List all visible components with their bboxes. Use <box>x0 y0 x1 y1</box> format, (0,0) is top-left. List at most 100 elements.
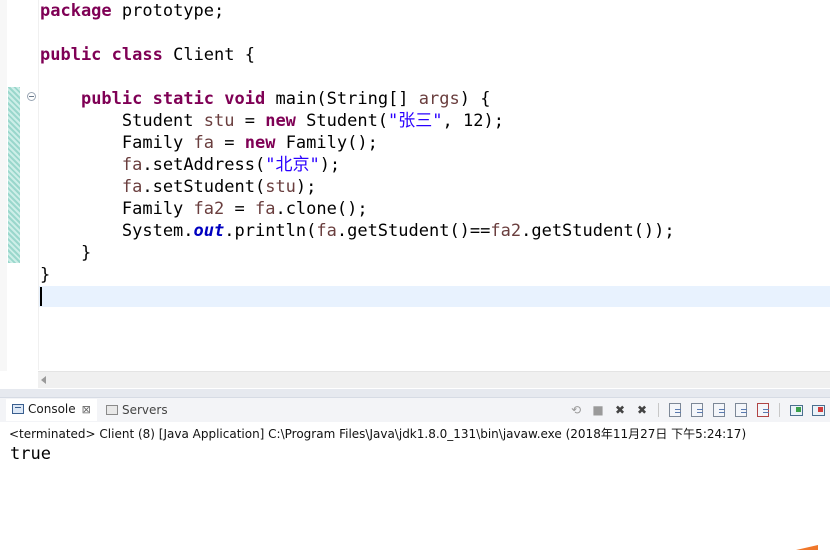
console-process-label: <terminated> Client (8) [Java Applicatio… <box>9 427 747 441</box>
code-token: package <box>40 1 112 21</box>
code-token: ); <box>319 155 341 175</box>
code-token: fa <box>193 133 215 153</box>
pin-console-icon[interactable] <box>788 402 804 418</box>
code-token: prototype; <box>111 1 225 21</box>
code-token: new <box>265 111 296 131</box>
editor-gutter <box>20 0 38 370</box>
code-token: fa <box>316 221 337 241</box>
console-view: Console ⊠ Servers ⟲ ■ ✖ ✖ <terminated> C… <box>0 397 830 551</box>
code-token: .getStudent()== <box>336 221 491 241</box>
code-editor[interactable]: package prototype;​public class Client {… <box>0 0 830 389</box>
console-icon <box>12 404 24 414</box>
code-line[interactable]: Student stu = new Student("张三", 12); <box>40 110 675 132</box>
code-line[interactable]: } <box>40 264 675 286</box>
code-token: Family <box>40 133 194 153</box>
code-token: stu <box>265 177 296 197</box>
code-token: = <box>214 133 245 153</box>
code-token: .println( <box>224 221 317 241</box>
code-token: Family(); <box>275 133 378 153</box>
code-token: Family <box>40 199 194 219</box>
gutter-separator <box>38 0 39 370</box>
tab-servers[interactable]: Servers <box>100 399 174 421</box>
code-token: .clone(); <box>275 199 368 219</box>
code-line[interactable]: ​ <box>40 66 675 88</box>
code-token: fa <box>254 199 276 219</box>
code-token: fa2 <box>193 199 225 219</box>
close-tab-icon[interactable]: ⊠ <box>82 403 91 416</box>
code-line[interactable]: } <box>40 242 675 264</box>
code-token: "北京" <box>265 155 320 175</box>
code-token: stu <box>203 111 235 131</box>
code-line[interactable]: ​ <box>40 22 675 44</box>
code-token: Student( <box>295 111 389 131</box>
display-console-icon[interactable] <box>810 402 826 418</box>
code-token: System. <box>40 221 194 241</box>
tab-servers-label: Servers <box>122 403 168 417</box>
console-toolbar: ⟲ ■ ✖ ✖ <box>568 401 826 419</box>
code-line[interactable]: ​ <box>40 286 675 308</box>
scroll-left-arrow-icon[interactable] <box>41 376 46 384</box>
code-token: ) { <box>459 89 491 109</box>
editor-corner <box>0 371 38 389</box>
code-line[interactable]: Family fa = new Family(); <box>40 132 675 154</box>
tab-console[interactable]: Console ⊠ <box>6 399 97 421</box>
toolbar-separator <box>779 403 780 417</box>
horizontal-scrollbar[interactable] <box>38 371 830 388</box>
overview-ruler <box>0 0 7 389</box>
remove-all-terminated-icon[interactable]: ✖ <box>634 402 650 418</box>
console-output[interactable]: true <box>10 444 51 464</box>
code-token: "张三" <box>388 111 443 131</box>
view-sash[interactable] <box>0 389 830 397</box>
code-line[interactable]: Family fa2 = fa.clone(); <box>40 198 675 220</box>
terminate-relaunch-icon[interactable]: ⟲ <box>568 402 584 418</box>
code-token: Student <box>40 111 204 131</box>
corner-decoration <box>796 545 818 550</box>
show-on-error-icon[interactable] <box>755 402 771 418</box>
collapse-method-icon[interactable] <box>27 92 36 101</box>
servers-icon <box>106 405 118 415</box>
code-token: = <box>234 111 266 131</box>
code-token: fa <box>121 155 143 175</box>
code-token: ); <box>295 177 317 197</box>
code-token: .setStudent( <box>142 177 266 197</box>
word-wrap-icon[interactable] <box>711 402 727 418</box>
code-token: = <box>224 199 255 219</box>
code-line[interactable]: fa.setStudent(stu); <box>40 176 675 198</box>
code-token: class <box>111 45 163 65</box>
code-line[interactable]: System.out.println(fa.getStudent()==fa2.… <box>40 220 675 242</box>
remove-launch-icon[interactable]: ✖ <box>612 402 628 418</box>
show-on-output-icon[interactable] <box>733 402 749 418</box>
code-token: new <box>244 133 276 153</box>
code-token: static <box>152 89 215 109</box>
code-token: args <box>418 89 460 109</box>
code-token: public <box>80 89 143 109</box>
code-line[interactable]: public static void main(String[] args) { <box>40 88 675 110</box>
code-token: main(String[] <box>265 89 419 109</box>
code-token: .getStudent()); <box>521 221 675 241</box>
code-token: out <box>193 221 225 241</box>
toolbar-separator <box>658 403 659 417</box>
code-token: public <box>40 45 102 65</box>
code-line[interactable]: public class Client { <box>40 44 675 66</box>
console-tab-bar: Console ⊠ Servers ⟲ ■ ✖ ✖ <box>0 398 830 422</box>
terminate-icon[interactable]: ■ <box>590 402 606 418</box>
clear-console-icon[interactable] <box>667 402 683 418</box>
code-token: fa2 <box>490 221 522 241</box>
code-token: void <box>224 89 266 109</box>
code-line[interactable]: package prototype; <box>40 0 675 22</box>
scroll-lock-icon[interactable] <box>689 402 705 418</box>
code-token: , 12); <box>442 111 504 131</box>
code-token: .setAddress( <box>142 155 266 175</box>
source-code[interactable]: package prototype;​public class Client {… <box>40 0 675 308</box>
code-token: fa <box>121 177 143 197</box>
code-token: } <box>40 243 92 263</box>
code-token: Client { <box>162 45 255 65</box>
code-line[interactable]: fa.setAddress("北京"); <box>40 154 675 176</box>
text-caret <box>40 287 42 306</box>
code-token: } <box>40 265 51 285</box>
